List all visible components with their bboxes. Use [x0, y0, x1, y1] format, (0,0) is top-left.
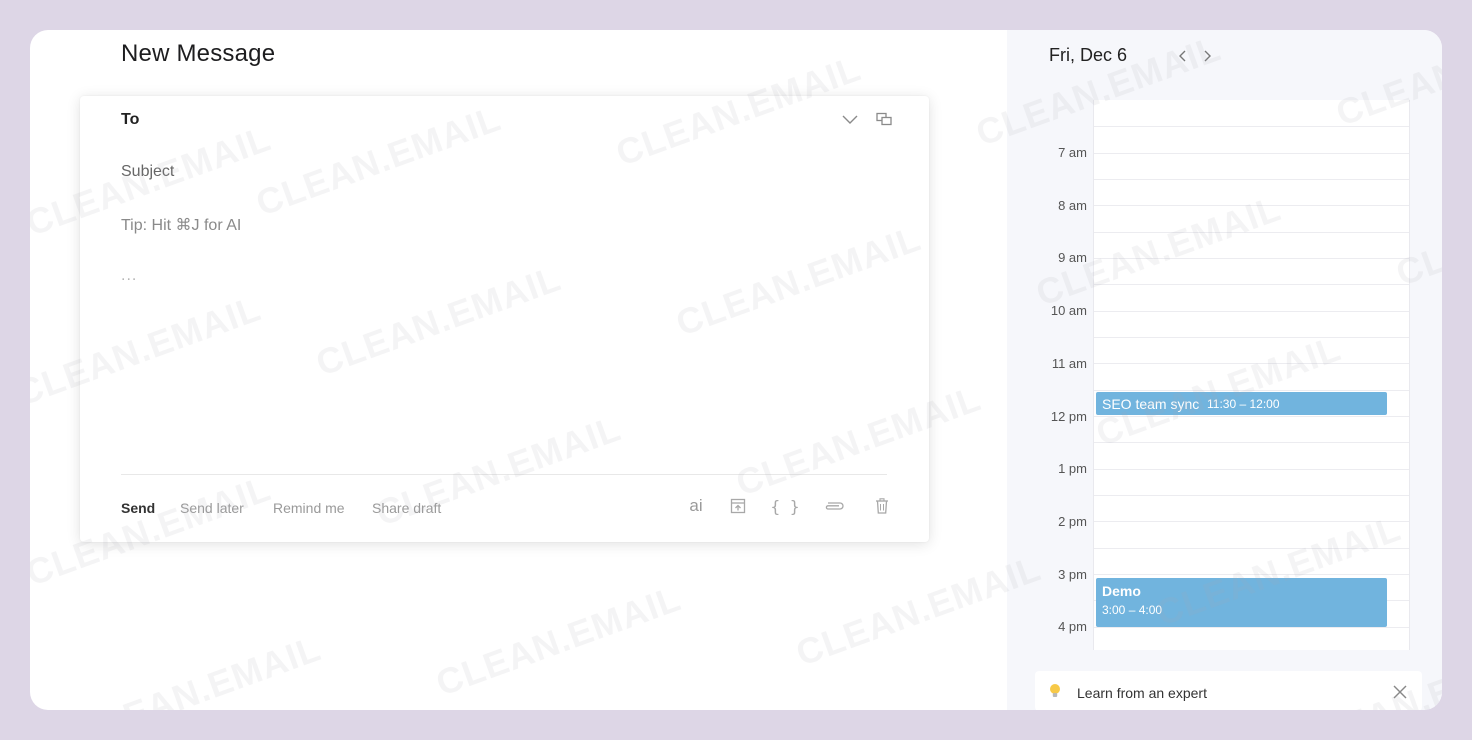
hour-label: 10 am — [1050, 303, 1087, 319]
hour-label: 9 am — [1058, 250, 1087, 266]
chevron-down-icon[interactable] — [841, 112, 859, 126]
grid-line — [1094, 310, 1409, 312]
tip-text[interactable]: Learn from an expert — [1077, 685, 1207, 701]
grid-line — [1094, 363, 1409, 365]
day-grid[interactable] — [1093, 100, 1410, 650]
grid-line — [1094, 547, 1409, 549]
popout-icon[interactable] — [876, 112, 892, 126]
hour-label: 1 pm — [1058, 461, 1087, 477]
divider — [121, 474, 887, 475]
close-icon[interactable] — [1393, 685, 1407, 699]
to-field[interactable]: To — [121, 111, 139, 129]
calendar-event[interactable]: SEO team sync 11:30 – 12:00 — [1096, 392, 1387, 415]
page-title: New Message — [121, 40, 276, 67]
event-title: Demo — [1102, 583, 1141, 599]
grid-line — [1094, 152, 1409, 154]
message-body[interactable]: ... — [121, 267, 137, 285]
send-button[interactable]: Send — [121, 500, 155, 516]
grid-line — [1094, 573, 1409, 575]
archive-button[interactable] — [728, 496, 748, 516]
calendar-event[interactable]: Demo 3:00 – 4:00 — [1096, 578, 1387, 627]
grid-line — [1094, 231, 1409, 233]
grid-line — [1094, 442, 1409, 444]
lightbulb-icon — [1050, 684, 1060, 697]
ai-tip: Tip: Hit ⌘J for AI — [121, 217, 242, 234]
watermark: CLEAN.EMAIL — [70, 627, 327, 710]
grid-line — [1094, 494, 1409, 496]
event-time: 3:00 – 4:00 — [1102, 603, 1163, 617]
ai-button[interactable]: ai — [684, 496, 708, 516]
app-window: New Message To Subject Tip: Hit ⌘J for A… — [30, 30, 1442, 710]
hour-label: 3 pm — [1058, 566, 1087, 582]
send-later-button[interactable]: Send later — [180, 500, 244, 516]
template-button[interactable]: { } — [770, 496, 800, 516]
event-time: 11:30 – 12:00 — [1207, 397, 1280, 411]
subject-field[interactable]: Subject — [121, 163, 174, 181]
hour-label: 11 am — [1051, 355, 1087, 371]
grid-line — [1094, 389, 1409, 391]
calendar-date: Fri, Dec 6 — [1049, 45, 1128, 65]
hour-label: 8 am — [1058, 197, 1087, 213]
grid-line — [1094, 468, 1409, 470]
remind-me-button[interactable]: Remind me — [273, 500, 345, 516]
paperclip-icon — [825, 502, 844, 510]
event-title: SEO team sync — [1102, 396, 1200, 412]
chevron-left-icon[interactable] — [1175, 48, 1191, 64]
compose-panel: To Subject Tip: Hit ⌘J for AI ... Send S… — [80, 96, 929, 542]
hour-label: 4 pm — [1058, 619, 1087, 635]
hour-label: 12 pm — [1050, 408, 1087, 424]
tip-bar: Learn from an expert — [1035, 671, 1422, 710]
grid-line — [1094, 126, 1409, 128]
hour-label: 7 am — [1058, 145, 1087, 160]
grid-line — [1094, 257, 1409, 259]
grid-line — [1094, 205, 1409, 207]
archive-icon — [730, 498, 746, 514]
discard-button[interactable] — [872, 496, 892, 516]
trash-icon — [876, 498, 888, 514]
share-draft-button[interactable]: Share draft — [372, 500, 441, 516]
grid-line — [1094, 284, 1409, 286]
hour-label: 2 pm — [1058, 513, 1087, 529]
watermark: CLEAN.EMAIL — [430, 577, 687, 704]
grid-line — [1094, 336, 1409, 338]
grid-line — [1094, 415, 1409, 417]
chevron-right-icon[interactable] — [1199, 48, 1215, 64]
grid-line — [1094, 521, 1409, 523]
attach-button[interactable] — [821, 496, 847, 516]
calendar-panel: Fri, Dec 6 7 am 8 am 9 am 10 am 11 am 12 pm 1 … — [1007, 30, 1442, 710]
grid-line — [1094, 178, 1409, 180]
